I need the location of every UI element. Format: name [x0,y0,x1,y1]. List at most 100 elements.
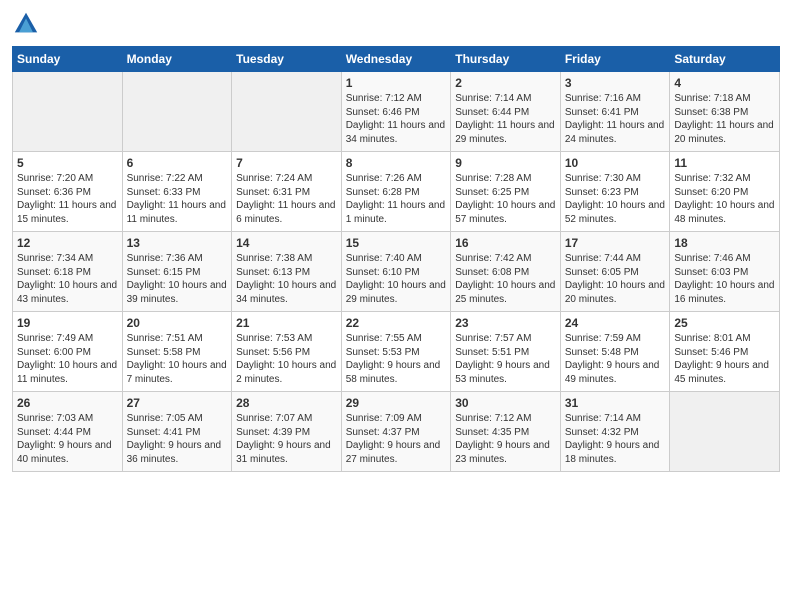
day-info: Sunrise: 7:44 AM Sunset: 6:05 PM Dayligh… [565,252,666,306]
day-number: 26 [17,396,118,410]
day-info: Sunrise: 7:14 AM Sunset: 6:44 PM Dayligh… [455,92,556,146]
day-info: Sunrise: 7:05 AM Sunset: 4:41 PM Dayligh… [127,412,228,466]
day-info: Sunrise: 7:59 AM Sunset: 5:48 PM Dayligh… [565,332,666,386]
day-info: Sunrise: 7:26 AM Sunset: 6:28 PM Dayligh… [346,172,447,226]
day-info: Sunrise: 7:16 AM Sunset: 6:41 PM Dayligh… [565,92,666,146]
day-number: 5 [17,156,118,170]
day-number: 4 [674,76,775,90]
day-number: 19 [17,316,118,330]
calendar-cell: 16 Sunrise: 7:42 AM Sunset: 6:08 PM Dayli… [451,232,561,312]
day-info: Sunrise: 7:14 AM Sunset: 4:32 PM Dayligh… [565,412,666,466]
day-number: 15 [346,236,447,250]
day-info: Sunrise: 7:53 AM Sunset: 5:56 PM Dayligh… [236,332,337,386]
calendar-cell: 25 Sunrise: 8:01 AM Sunset: 5:46 PM Dayli… [670,312,780,392]
calendar-cell: 7 Sunrise: 7:24 AM Sunset: 6:31 PM Daylig… [232,152,342,232]
calendar-cell: 5Sunrise: 7:20 AM Sunset: 6:36 PM Daylig… [13,152,123,232]
calendar-cell: 10 Sunrise: 7:30 AM Sunset: 6:23 PM Dayli… [560,152,670,232]
week-row-1: 1 Sunrise: 7:12 AM Sunset: 6:46 PM Daylig… [13,72,780,152]
day-number: 28 [236,396,337,410]
calendar-cell: 8 Sunrise: 7:26 AM Sunset: 6:28 PM Daylig… [341,152,451,232]
calendar-cell [670,392,780,472]
calendar-container: SundayMondayTuesdayWednesdayThursdayFrid… [0,0,792,480]
day-info: Sunrise: 7:09 AM Sunset: 4:37 PM Dayligh… [346,412,447,466]
week-row-3: 12Sunrise: 7:34 AM Sunset: 6:18 PM Dayli… [13,232,780,312]
week-row-5: 26 Sunrise: 7:03 AM Sunset: 4:44 PM Dayli… [13,392,780,472]
day-info: Sunrise: 7:38 AM Sunset: 6:13 PM Dayligh… [236,252,337,306]
day-info: Sunrise: 7:24 AM Sunset: 6:31 PM Dayligh… [236,172,337,226]
day-info: Sunrise: 7:55 AM Sunset: 5:53 PM Dayligh… [346,332,447,386]
day-number: 1 [346,76,447,90]
logo-icon [12,10,40,38]
calendar-cell: 30 Sunrise: 7:12 AM Sunset: 4:35 PM Dayli… [451,392,561,472]
weekday-header-wednesday: Wednesday [341,47,451,72]
calendar-cell: 31Sunrise: 7:14 AM Sunset: 4:32 PM Dayli… [560,392,670,472]
day-info: Sunrise: 8:01 AM Sunset: 5:46 PM Dayligh… [674,332,775,386]
day-info: Sunrise: 7:28 AM Sunset: 6:25 PM Dayligh… [455,172,556,226]
calendar-cell: 12Sunrise: 7:34 AM Sunset: 6:18 PM Dayli… [13,232,123,312]
day-number: 2 [455,76,556,90]
calendar-cell: 14 Sunrise: 7:38 AM Sunset: 6:13 PM Dayli… [232,232,342,312]
calendar-cell: 11 Sunrise: 7:32 AM Sunset: 6:20 PM Dayli… [670,152,780,232]
calendar-cell: 27 Sunrise: 7:05 AM Sunset: 4:41 PM Dayli… [122,392,232,472]
day-number: 23 [455,316,556,330]
day-info: Sunrise: 7:18 AM Sunset: 6:38 PM Dayligh… [674,92,775,146]
day-info: Sunrise: 7:42 AM Sunset: 6:08 PM Dayligh… [455,252,556,306]
day-number: 25 [674,316,775,330]
day-info: Sunrise: 7:46 AM Sunset: 6:03 PM Dayligh… [674,252,775,306]
day-info: Sunrise: 7:03 AM Sunset: 4:44 PM Dayligh… [17,412,118,466]
calendar-cell: 15 Sunrise: 7:40 AM Sunset: 6:10 PM Dayli… [341,232,451,312]
day-number: 7 [236,156,337,170]
day-info: Sunrise: 7:32 AM Sunset: 6:20 PM Dayligh… [674,172,775,226]
day-number: 24 [565,316,666,330]
calendar-cell: 28 Sunrise: 7:07 AM Sunset: 4:39 PM Dayli… [232,392,342,472]
day-number: 3 [565,76,666,90]
calendar-cell: 1 Sunrise: 7:12 AM Sunset: 6:46 PM Daylig… [341,72,451,152]
calendar-cell: 19 Sunrise: 7:49 AM Sunset: 6:00 PM Dayli… [13,312,123,392]
logo [12,10,42,38]
week-row-2: 5Sunrise: 7:20 AM Sunset: 6:36 PM Daylig… [13,152,780,232]
day-info: Sunrise: 7:34 AM Sunset: 6:18 PM Dayligh… [17,252,118,306]
day-number: 20 [127,316,228,330]
day-info: Sunrise: 7:57 AM Sunset: 5:51 PM Dayligh… [455,332,556,386]
weekday-header-row: SundayMondayTuesdayWednesdayThursdayFrid… [13,47,780,72]
day-number: 16 [455,236,556,250]
calendar-cell: 17 Sunrise: 7:44 AM Sunset: 6:05 PM Dayli… [560,232,670,312]
header-row [12,10,780,38]
weekday-header-thursday: Thursday [451,47,561,72]
day-info: Sunrise: 7:49 AM Sunset: 6:00 PM Dayligh… [17,332,118,386]
day-info: Sunrise: 7:30 AM Sunset: 6:23 PM Dayligh… [565,172,666,226]
day-number: 30 [455,396,556,410]
day-number: 6 [127,156,228,170]
day-number: 17 [565,236,666,250]
day-number: 27 [127,396,228,410]
day-number: 21 [236,316,337,330]
calendar-cell: 18 Sunrise: 7:46 AM Sunset: 6:03 PM Dayli… [670,232,780,312]
weekday-header-friday: Friday [560,47,670,72]
calendar-cell [232,72,342,152]
day-info: Sunrise: 7:40 AM Sunset: 6:10 PM Dayligh… [346,252,447,306]
day-number: 22 [346,316,447,330]
day-number: 10 [565,156,666,170]
weekday-header-tuesday: Tuesday [232,47,342,72]
calendar-cell: 26 Sunrise: 7:03 AM Sunset: 4:44 PM Dayli… [13,392,123,472]
day-number: 11 [674,156,775,170]
day-info: Sunrise: 7:12 AM Sunset: 4:35 PM Dayligh… [455,412,556,466]
calendar-table: SundayMondayTuesdayWednesdayThursdayFrid… [12,46,780,472]
calendar-cell: 29Sunrise: 7:09 AM Sunset: 4:37 PM Dayli… [341,392,451,472]
day-info: Sunrise: 7:51 AM Sunset: 5:58 PM Dayligh… [127,332,228,386]
day-info: Sunrise: 7:12 AM Sunset: 6:46 PM Dayligh… [346,92,447,146]
calendar-cell: 22 Sunrise: 7:55 AM Sunset: 5:53 PM Dayli… [341,312,451,392]
day-info: Sunrise: 7:22 AM Sunset: 6:33 PM Dayligh… [127,172,228,226]
day-number: 8 [346,156,447,170]
day-number: 18 [674,236,775,250]
calendar-cell: 21 Sunrise: 7:53 AM Sunset: 5:56 PM Dayli… [232,312,342,392]
calendar-cell: 24 Sunrise: 7:59 AM Sunset: 5:48 PM Dayli… [560,312,670,392]
calendar-cell: 9 Sunrise: 7:28 AM Sunset: 6:25 PM Daylig… [451,152,561,232]
day-number: 14 [236,236,337,250]
calendar-cell: 13Sunrise: 7:36 AM Sunset: 6:15 PM Dayli… [122,232,232,312]
day-info: Sunrise: 7:07 AM Sunset: 4:39 PM Dayligh… [236,412,337,466]
weekday-header-sunday: Sunday [13,47,123,72]
day-number: 9 [455,156,556,170]
calendar-cell: 20 Sunrise: 7:51 AM Sunset: 5:58 PM Dayli… [122,312,232,392]
weekday-header-saturday: Saturday [670,47,780,72]
